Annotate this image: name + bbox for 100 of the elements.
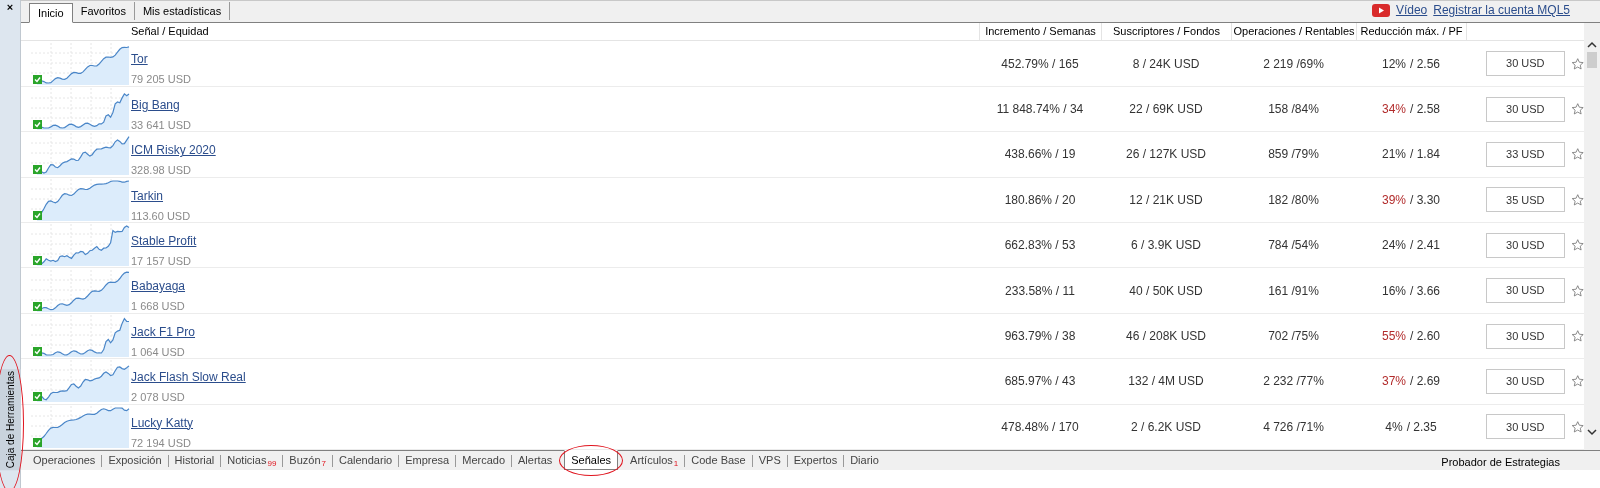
signal-name-link[interactable]: Jack Flash Slow Real xyxy=(131,368,246,387)
tab[interactable]: Calendario xyxy=(333,452,399,469)
drawdown-text: 16% xyxy=(1381,282,1406,300)
equity-text: 1 668 USD xyxy=(131,299,185,315)
column-header: Suscriptores / Fondos xyxy=(1101,23,1231,41)
tab[interactable]: Noticias$_{99}$ xyxy=(221,452,283,469)
scroll-down-icon[interactable] xyxy=(1587,428,1597,436)
drawdown-text: 4% xyxy=(1385,418,1403,436)
subscribe-button[interactable]: 30 USD xyxy=(1486,51,1565,77)
subscribe-button[interactable]: 33 USD xyxy=(1486,141,1565,167)
tab[interactable]: Inicio xyxy=(29,3,73,23)
equity-text: 79 205 USD xyxy=(131,72,191,88)
growth-cell-text: 685.97% / 43 xyxy=(1003,373,1077,391)
close-icon[interactable]: × xyxy=(6,2,14,13)
subscribe-button[interactable]: 30 USD xyxy=(1486,368,1565,394)
profit-factor-text: / 3.66 xyxy=(1410,282,1441,300)
tab[interactable]: Code Base xyxy=(685,452,752,469)
check-icon xyxy=(33,392,42,402)
subscribe-button[interactable]: 30 USD xyxy=(1486,232,1565,258)
subscribe-button[interactable]: 30 USD xyxy=(1486,414,1565,440)
subscribe-button[interactable]: 35 USD xyxy=(1486,187,1565,213)
equity-text: 72 194 USD xyxy=(131,435,191,451)
star-icon[interactable] xyxy=(1570,238,1584,253)
star-icon[interactable] xyxy=(1570,329,1584,343)
signal-name-link[interactable]: Tor xyxy=(131,50,148,69)
tab[interactable]: Artículos$_{1}$ xyxy=(624,452,685,469)
tab[interactable]: Historial xyxy=(168,452,221,469)
subscribe-button[interactable]: 30 USD xyxy=(1486,278,1565,304)
signal-name-link[interactable]: Stable Profit xyxy=(131,232,197,251)
star-icon[interactable] xyxy=(1570,192,1584,207)
drawdown-text: 12% xyxy=(1381,55,1406,73)
profit-factor-text: / 2.56 xyxy=(1410,55,1441,73)
tab[interactable]: Mis estadísticas xyxy=(134,2,231,20)
subscribers-cell-text: 22 / 69K USD xyxy=(1128,101,1204,119)
link[interactable]: Vídeo xyxy=(1395,1,1428,19)
growth-cell-text: 438.66% / 19 xyxy=(1003,146,1077,164)
drawdown-text: 39% xyxy=(1381,191,1406,209)
growth-cell-text: 662.83% / 53 xyxy=(1003,237,1077,255)
toolbox-label[interactable]: Caja de Herramientas xyxy=(0,368,21,470)
trades-cell-text: 4 726 /71% xyxy=(1262,418,1325,436)
trades-cell-text: 784 /54% xyxy=(1267,237,1320,255)
growth-cell-text: 180.86% / 20 xyxy=(1003,191,1077,209)
tab[interactable]: Exposición xyxy=(102,452,168,469)
subscribers-cell-text: 12 / 21K USD xyxy=(1128,191,1204,209)
star-icon[interactable] xyxy=(1570,374,1584,389)
link[interactable]: Registrar la cuenta MQL5 xyxy=(1433,1,1570,19)
profit-factor-text: / 3.30 xyxy=(1410,191,1441,209)
star-icon[interactable] xyxy=(1570,419,1584,434)
video-icon xyxy=(1371,3,1390,17)
growth-cell-text: 478.48% / 170 xyxy=(1000,418,1080,436)
tab[interactable]: Diario xyxy=(844,452,885,469)
column-header: Incremento / Semanas xyxy=(979,23,1101,41)
strategy-tester-tab[interactable]: Probador de Estrategias xyxy=(1441,454,1560,471)
star-icon[interactable] xyxy=(1570,147,1584,162)
trades-cell-text: 702 /75% xyxy=(1267,328,1320,345)
equity-text: 33 641 USD xyxy=(131,117,191,133)
tab[interactable]: Expertos xyxy=(787,452,844,469)
signal-name-link[interactable]: ICM Risky 2020 xyxy=(131,141,216,160)
tab[interactable]: Alertas xyxy=(512,452,559,469)
column-header: Señal / Equidad xyxy=(131,24,210,40)
column-header: Reducción máx. / PF xyxy=(1356,23,1466,41)
check-icon xyxy=(33,437,42,447)
growth-cell-text: 963.79% / 38 xyxy=(1003,328,1077,345)
equity-text: 17 157 USD xyxy=(131,254,191,270)
tab[interactable]: Empresa xyxy=(399,452,456,469)
drawdown-text: 34% xyxy=(1381,101,1406,119)
star-icon[interactable] xyxy=(1570,283,1584,298)
subscribers-cell-text: 46 / 208K USD xyxy=(1124,328,1207,345)
signal-name-link[interactable]: Babayaga xyxy=(131,277,186,296)
tab[interactable]: Favoritos xyxy=(72,2,135,20)
growth-cell-text: 233.58% / 11 xyxy=(1004,282,1076,300)
signal-name-link[interactable]: Jack F1 Pro xyxy=(131,322,196,341)
trades-cell-text: 158 /84% xyxy=(1267,101,1320,119)
subscribe-button[interactable]: 30 USD xyxy=(1486,96,1565,122)
signal-name-link[interactable]: Lucky Katty xyxy=(131,413,194,432)
check-icon xyxy=(33,347,42,356)
tab[interactable]: VPS xyxy=(752,452,787,469)
growth-cell-text: 452.79% / 165 xyxy=(1000,55,1080,73)
drawdown-text: 24% xyxy=(1381,237,1406,255)
star-icon[interactable] xyxy=(1570,56,1584,71)
signal-name-link[interactable]: Tarkin xyxy=(131,186,163,205)
signal-name-link[interactable]: Big Bang xyxy=(131,95,180,114)
scrollbar-thumb[interactable] xyxy=(1587,52,1597,68)
subscribers-cell-text: 8 / 24K USD xyxy=(1131,55,1201,73)
check-icon xyxy=(33,165,42,175)
check-icon xyxy=(33,210,42,220)
subscribe-button[interactable]: 30 USD xyxy=(1486,323,1565,349)
trades-cell-text: 182 /80% xyxy=(1267,191,1320,209)
profit-factor-text: / 1.84 xyxy=(1410,146,1441,164)
tab[interactable]: Buzón$_{7}$ xyxy=(283,452,332,469)
tab[interactable]: Mercado xyxy=(456,452,512,469)
scroll-up-icon[interactable] xyxy=(1587,41,1597,49)
profit-factor-text: / 2.35 xyxy=(1406,418,1437,436)
tab[interactable]: Operaciones xyxy=(27,452,102,469)
subscribers-cell-text: 2 / 6.2K USD xyxy=(1130,418,1202,436)
equity-text: 328.98 USD xyxy=(131,163,191,179)
star-icon[interactable] xyxy=(1570,102,1584,117)
equity-text: 1 064 USD xyxy=(131,344,185,360)
tab[interactable]: Señales xyxy=(564,450,619,470)
subscribers-cell-text: 6 / 3.9K USD xyxy=(1130,237,1202,255)
